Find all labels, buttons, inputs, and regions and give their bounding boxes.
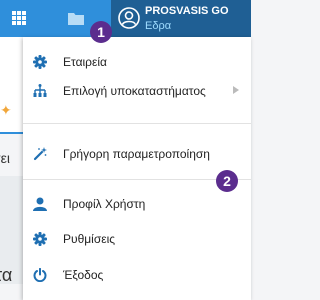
background-text: σει xyxy=(0,150,10,166)
chevron-right-icon xyxy=(233,86,239,94)
menu-item-label: Εταιρεία xyxy=(63,55,107,69)
menu-item-user-profile[interactable]: Προφίλ Χρήστη xyxy=(23,189,251,219)
background-text: τα xyxy=(0,265,13,285)
menu-item-label: Επιλογή υποκαταστήματος xyxy=(63,84,206,98)
menu-item-logout[interactable]: Έξοδος xyxy=(23,260,251,290)
gear-icon xyxy=(33,55,47,69)
menu-divider xyxy=(23,123,251,124)
user-dropdown-menu: Εταιρεία Επιλογή υποκαταστήματος Γρήγορη… xyxy=(23,37,251,300)
magic-wand-icon xyxy=(33,147,47,161)
power-icon xyxy=(33,268,47,282)
person-icon xyxy=(33,197,47,211)
callout-badge-1: 1 xyxy=(90,21,112,43)
menu-item-label: Γρήγορη παραμετροποίηση xyxy=(63,147,210,161)
grid-icon[interactable] xyxy=(12,11,26,25)
user-name: PROSVASIS GO xyxy=(145,5,229,17)
folder-icon[interactable] xyxy=(68,12,84,25)
top-bar: PROSVASIS GO Εδρα xyxy=(0,0,251,37)
menu-item-label: Έξοδος xyxy=(63,268,104,282)
menu-item-company[interactable]: Εταιρεία xyxy=(23,47,251,77)
menu-item-settings[interactable]: Ρυθμίσεις xyxy=(23,224,251,254)
sun-icon: ✦ xyxy=(0,102,12,118)
user-branch: Εδρα xyxy=(145,20,172,32)
user-icon xyxy=(118,7,140,29)
menu-item-label: Προφίλ Χρήστη xyxy=(63,197,146,211)
callout-badge-2: 2 xyxy=(216,170,238,192)
menu-item-select-branch[interactable]: Επιλογή υποκαταστήματος xyxy=(23,76,251,106)
hierarchy-icon xyxy=(33,84,47,97)
user-menu-toggle[interactable]: PROSVASIS GO Εδρα xyxy=(111,0,251,37)
menu-item-label: Ρυθμίσεις xyxy=(63,232,116,246)
menu-item-quick-setup[interactable]: Γρήγορη παραμετροποίηση xyxy=(23,139,251,169)
gear-icon xyxy=(33,232,47,246)
